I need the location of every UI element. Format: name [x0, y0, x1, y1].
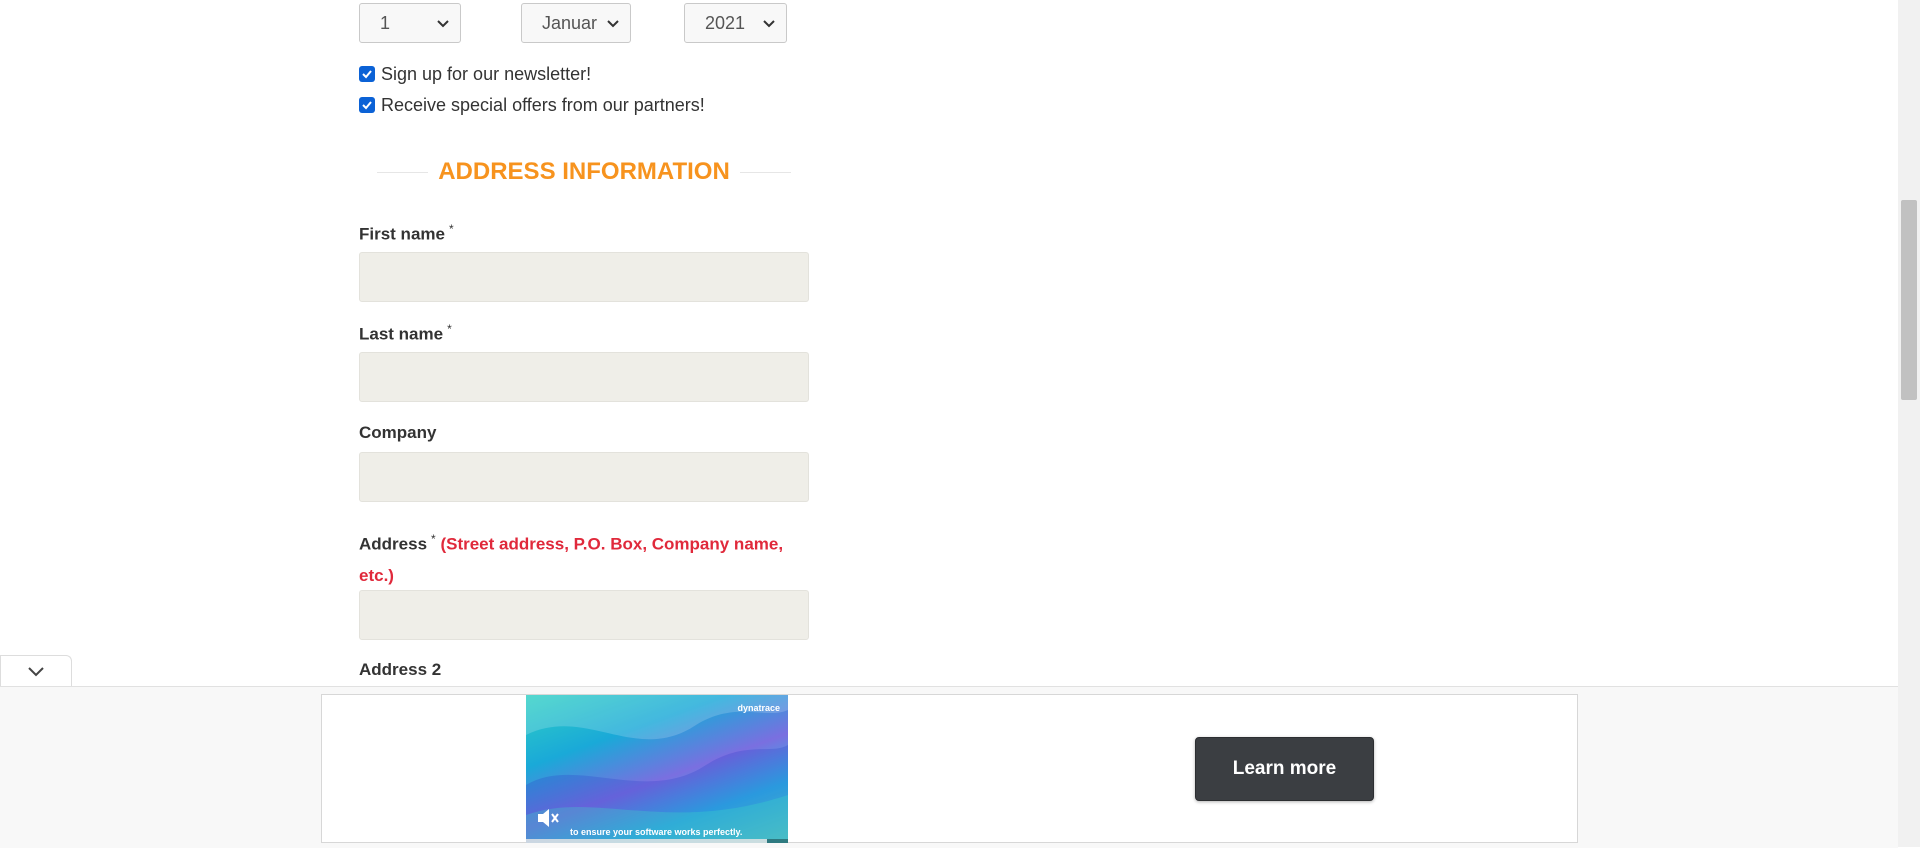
- scrollbar-thumb[interactable]: [1901, 200, 1917, 400]
- chevron-down-icon: [607, 20, 619, 28]
- ad-frame: dynatrace to ensure your software works …: [321, 694, 1578, 843]
- required-mark: *: [431, 532, 436, 546]
- partners-option[interactable]: Receive special offers from our partners…: [359, 93, 705, 117]
- first-name-label-text: First name: [359, 224, 445, 244]
- address-section-heading: ADDRESS INFORMATION: [377, 152, 791, 192]
- year-select[interactable]: 2021: [684, 3, 787, 43]
- sticky-ad-bar: dynatrace to ensure your software works …: [0, 686, 1898, 848]
- ad-video[interactable]: dynatrace to ensure your software works …: [526, 695, 788, 843]
- divider: [377, 171, 429, 173]
- day-select[interactable]: 1: [359, 3, 461, 43]
- newsletter-checkbox[interactable]: [359, 66, 375, 82]
- checkmark-icon: [362, 101, 372, 110]
- mute-button[interactable]: [536, 807, 560, 834]
- partners-checkbox[interactable]: [359, 97, 375, 113]
- month-select-value: Januar: [542, 12, 598, 33]
- chevron-down-icon: [28, 667, 44, 677]
- learn-more-button[interactable]: Learn more: [1195, 737, 1374, 801]
- checkmark-icon: [362, 70, 372, 79]
- newsletter-label: Sign up for our newsletter!: [381, 63, 592, 84]
- required-mark: *: [448, 222, 454, 236]
- first-name-label: First name *: [359, 222, 454, 245]
- ad-collapse-button[interactable]: [0, 655, 72, 686]
- partners-label: Receive special offers from our partners…: [381, 94, 705, 115]
- first-name-field[interactable]: [359, 252, 809, 302]
- company-field[interactable]: [359, 452, 809, 502]
- video-progress-fill: [526, 839, 768, 843]
- day-select-value: 1: [380, 12, 391, 33]
- address2-label: Address 2: [359, 660, 442, 679]
- chevron-down-icon: [437, 20, 449, 28]
- video-progress-bar[interactable]: [526, 839, 788, 843]
- date-of-birth-row: 1 Januar 2021: [359, 3, 809, 43]
- newsletter-option[interactable]: Sign up for our newsletter!: [359, 62, 591, 86]
- last-name-label-text: Last name: [359, 324, 444, 344]
- company-label: Company: [359, 423, 437, 442]
- muted-speaker-icon: [538, 809, 559, 827]
- ad-brand: dynatrace: [737, 703, 780, 713]
- last-name-field[interactable]: [359, 352, 809, 402]
- year-select-value: 2021: [705, 12, 746, 33]
- required-mark: *: [447, 322, 452, 336]
- last-name-label: Last name *: [359, 322, 452, 345]
- section-title: ADDRESS INFORMATION: [438, 158, 730, 185]
- month-select[interactable]: Januar: [521, 3, 631, 43]
- ad-caption: to ensure your software works perfectly.: [570, 827, 743, 837]
- scrollbar[interactable]: [1898, 0, 1920, 847]
- address-label: Address * (Street address, P.O. Box, Comp…: [359, 524, 809, 591]
- chevron-down-icon: [763, 20, 775, 28]
- address-label-text: Address: [359, 534, 428, 554]
- address-field[interactable]: [359, 590, 809, 640]
- wave-graphic: [526, 695, 788, 843]
- divider: [739, 171, 791, 173]
